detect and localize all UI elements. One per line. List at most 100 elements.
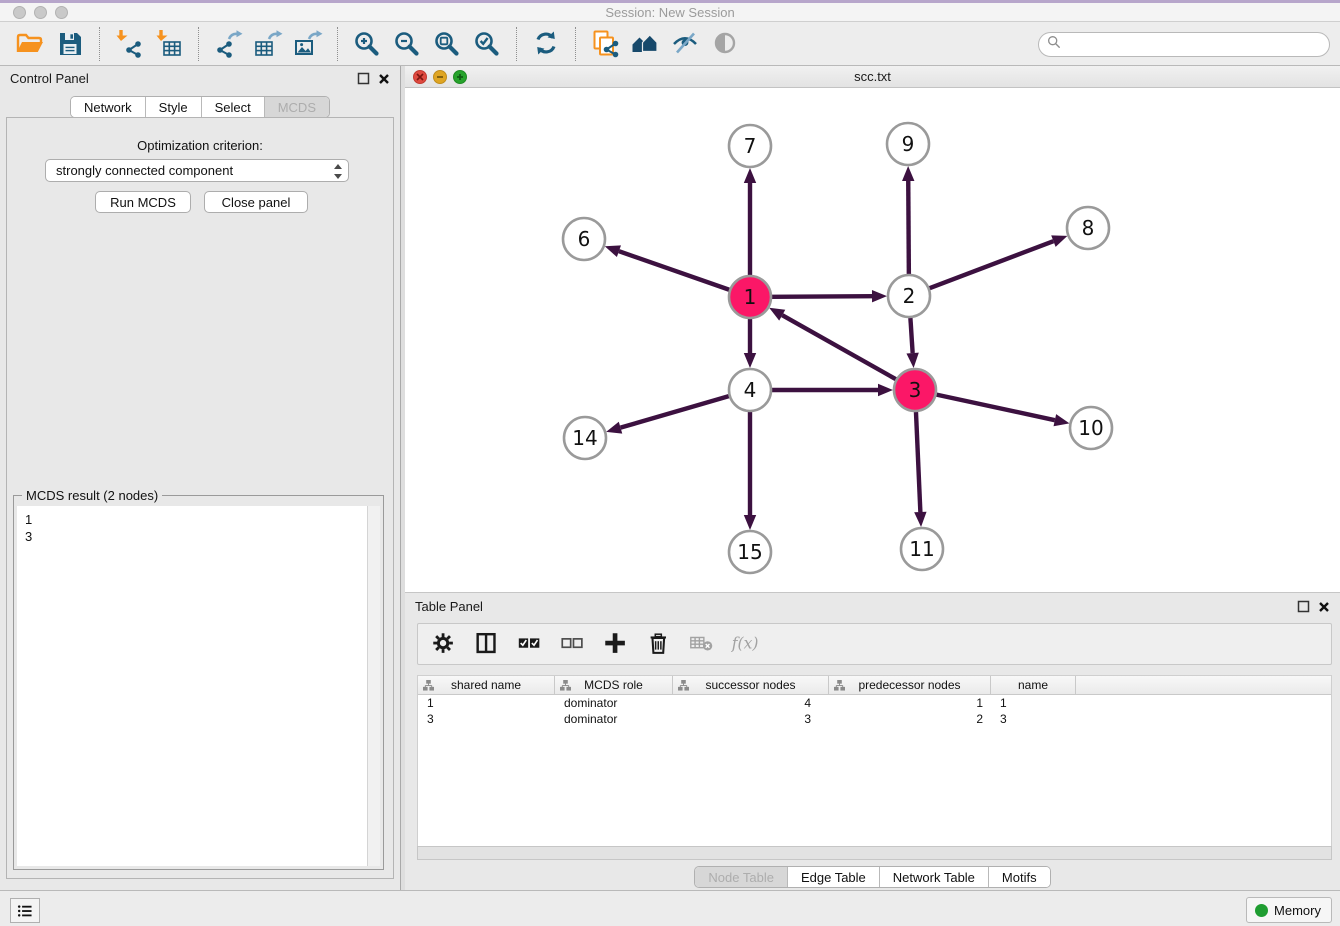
toolbar-separator [337, 27, 338, 61]
close-panel-icon[interactable] [378, 72, 390, 90]
export-network-icon[interactable] [211, 27, 245, 61]
graph-edge-arrowhead [744, 515, 756, 530]
tab-node-table[interactable]: Node Table [695, 867, 788, 887]
mcds-result-area[interactable]: 13 [17, 506, 380, 866]
status-bar: Memory [0, 890, 1340, 926]
select-stepper-icon [333, 163, 343, 183]
graph-node-label-15: 15 [737, 540, 762, 564]
float-panel-icon[interactable] [357, 72, 370, 90]
graph-edge-arrowhead [914, 512, 926, 527]
cell-shared-name[interactable]: 1 [418, 695, 555, 711]
column-header-MCDS-role[interactable]: MCDS role [555, 676, 673, 694]
result-scrollbar[interactable] [367, 506, 380, 866]
tab-edge-table[interactable]: Edge Table [788, 867, 880, 887]
cell-successor-nodes[interactable]: 4 [673, 695, 829, 711]
app-window: Session: New Session Control Panel Netwo… [0, 0, 1340, 926]
search-input[interactable] [1065, 35, 1329, 55]
cell-name[interactable]: 1 [991, 695, 1076, 711]
zoom-out-icon[interactable] [390, 27, 424, 61]
toolbar-separator [575, 27, 576, 61]
deselect-all-icon[interactable] [559, 630, 587, 658]
tab-mcds[interactable]: MCDS [265, 97, 329, 117]
cell-name[interactable]: 3 [991, 711, 1076, 727]
column-header-successor-nodes[interactable]: successor nodes [673, 676, 829, 694]
graph-node-label-7: 7 [744, 134, 757, 158]
table-panel-tabs: Node TableEdge TableNetwork TableMotifs [694, 866, 1050, 888]
network-canvas[interactable]: 7968124314101511 [405, 88, 1340, 592]
tab-select[interactable]: Select [202, 97, 265, 117]
graph-edge-arrowhead [605, 245, 621, 257]
graph-edge-1-6[interactable] [619, 251, 729, 290]
import-table-icon[interactable] [152, 27, 186, 61]
memory-button[interactable]: Memory [1246, 897, 1332, 923]
cell-predecessor-nodes[interactable]: 1 [829, 695, 991, 711]
graph-edge-4-14[interactable] [621, 396, 729, 428]
graph-edge-3-10[interactable] [937, 395, 1055, 421]
main-titlebar[interactable]: Session: New Session [0, 3, 1340, 22]
control-panel-title: Control Panel [10, 71, 89, 86]
graph-edge-1-2[interactable] [772, 296, 872, 297]
export-table-icon[interactable] [251, 27, 285, 61]
optimization-criterion-value: strongly connected component [56, 163, 233, 178]
column-header-name[interactable]: name [991, 676, 1076, 694]
network-window-titlebar[interactable]: scc.txt [405, 66, 1340, 88]
tab-network-table[interactable]: Network Table [880, 867, 989, 887]
float-panel-icon[interactable] [1297, 600, 1310, 618]
run-mcds-button[interactable]: Run MCDS [95, 191, 191, 213]
node-table[interactable]: shared nameMCDS rolesuccessor nodesprede… [417, 675, 1332, 846]
table-row[interactable]: 3dominator323 [418, 711, 1331, 727]
graph-node-label-1: 1 [744, 285, 757, 309]
table-row[interactable]: 1dominator411 [418, 695, 1331, 711]
task-history-button[interactable] [10, 898, 40, 923]
tab-network[interactable]: Network [71, 97, 146, 117]
save-session-icon[interactable] [53, 27, 87, 61]
split-columns-icon[interactable] [473, 630, 501, 658]
column-header-predecessor-nodes[interactable]: predecessor nodes [829, 676, 991, 694]
graph-edge-arrowhead [902, 166, 914, 181]
network-graph[interactable]: 7968124314101511 [405, 88, 1340, 592]
close-panel-button[interactable]: Close panel [204, 191, 308, 213]
delete-column-icon[interactable] [645, 630, 673, 658]
tab-motifs[interactable]: Motifs [989, 867, 1050, 887]
hide-selected-icon[interactable] [668, 27, 702, 61]
clone-network-icon[interactable] [588, 27, 622, 61]
attribute-icon [560, 680, 571, 694]
cell-MCDS-role[interactable]: dominator [555, 711, 673, 727]
column-header-shared-name[interactable]: shared name [418, 676, 555, 694]
tab-style[interactable]: Style [146, 97, 202, 117]
add-column-icon[interactable] [602, 630, 630, 658]
graph-edge-2-9[interactable] [908, 181, 909, 274]
graph-node-label-2: 2 [903, 284, 916, 308]
graph-edge-arrowhead [744, 168, 756, 183]
graph-node-label-4: 4 [744, 378, 757, 402]
graph-edge-2-3[interactable] [910, 318, 912, 353]
graph-edge-3-1[interactable] [782, 315, 896, 379]
graph-edge-3-11[interactable] [916, 412, 920, 512]
refresh-icon[interactable] [529, 27, 563, 61]
graph-edge-2-8[interactable] [930, 241, 1054, 288]
control-panel: Control Panel NetworkStyleSelectMCDS Opt… [0, 66, 401, 890]
cell-shared-name[interactable]: 3 [418, 711, 555, 727]
cell-MCDS-role[interactable]: dominator [555, 695, 673, 711]
cell-successor-nodes[interactable]: 3 [673, 711, 829, 727]
control-panel-tabs: NetworkStyleSelectMCDS [70, 96, 330, 118]
show-all-icon[interactable] [708, 27, 742, 61]
close-panel-icon[interactable] [1318, 600, 1330, 618]
graph-node-label-14: 14 [572, 426, 597, 450]
zoom-selected-icon[interactable] [470, 27, 504, 61]
import-network-icon[interactable] [112, 27, 146, 61]
home-icon[interactable] [628, 27, 662, 61]
select-all-icon[interactable] [516, 630, 544, 658]
zoom-fit-icon[interactable] [430, 27, 464, 61]
table-horizontal-scrollbar[interactable] [417, 846, 1332, 860]
search-box[interactable] [1038, 32, 1330, 57]
export-image-icon[interactable] [291, 27, 325, 61]
open-session-icon[interactable] [13, 27, 47, 61]
gear-icon[interactable] [430, 630, 458, 658]
svg-text:f(x): f(x) [731, 635, 758, 653]
zoom-in-icon[interactable] [350, 27, 384, 61]
graph-edge-arrowhead [906, 353, 918, 368]
cell-predecessor-nodes[interactable]: 2 [829, 711, 991, 727]
graph-edge-arrowhead [744, 353, 756, 368]
optimization-criterion-select[interactable]: strongly connected component [45, 159, 349, 182]
